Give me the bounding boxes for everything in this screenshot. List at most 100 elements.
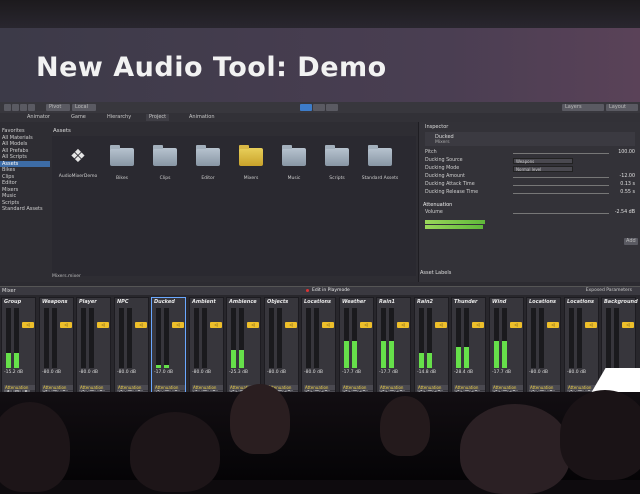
fader-handle[interactable]: ◁ <box>97 322 109 328</box>
tab-hierarchy[interactable]: Hierarchy <box>104 114 134 121</box>
pitch-value[interactable]: 100.00 <box>618 150 635 155</box>
fader-handle[interactable]: ◁ <box>472 322 484 328</box>
mixer-strip[interactable]: Weather◁-17.7 dBSMBAttenuationS. Send/Re… <box>339 297 374 398</box>
ducking-mode-row[interactable]: Ducking Mode Normal level <box>425 166 637 173</box>
asset-item[interactable]: Mixers <box>231 145 271 181</box>
mixer-strip[interactable]: Locations◁-80.0 dBSMBAttenuationAdd... <box>526 297 561 398</box>
ducking-attack-row[interactable]: Ducking Attack Time 0.13 s <box>425 182 637 189</box>
mixer-strip[interactable]: Thunder◁-28.4 dBSMBAttenuationS. Send/Re… <box>451 297 486 398</box>
ducking-release-slider[interactable] <box>513 193 609 194</box>
asset-item[interactable]: Standard Assets <box>360 145 400 181</box>
effect-slot[interactable]: Attenuation <box>42 385 73 390</box>
step-button[interactable] <box>326 104 338 111</box>
level-meter-fill <box>419 353 424 368</box>
ducking-amount-slider[interactable] <box>513 177 609 178</box>
effect-slot[interactable]: Attenuation <box>4 385 35 390</box>
fader-handle[interactable]: ◁ <box>172 322 184 328</box>
volume-slider[interactable] <box>513 213 609 214</box>
tab-project[interactable]: Project <box>146 114 170 121</box>
asset-item[interactable]: Editor <box>188 145 228 181</box>
mixer-strip[interactable]: Group ◁ -15.2 dB S M B Attenuation <box>1 297 36 398</box>
play-button[interactable] <box>300 104 312 111</box>
asset-item[interactable]: Clips <box>145 145 185 181</box>
fader-handle[interactable]: ◁ <box>22 322 34 328</box>
exposed-parameters-label[interactable]: Exposed Parameters <box>586 288 632 293</box>
asset-item[interactable]: ❖ AudioMixerDemo <box>58 146 98 179</box>
volume-value[interactable]: -2.54 dB <box>615 210 635 215</box>
tree-item[interactable]: Standard Assets <box>0 206 50 213</box>
fader-handle[interactable]: ◁ <box>285 322 297 328</box>
mixer-strip[interactable]: Weapons◁-80.0 dBSMBAttenuationDistortion… <box>39 297 74 400</box>
add-effect-button[interactable]: Add <box>624 238 638 245</box>
ducking-amount-row[interactable]: Ducking Amount -12.00 <box>425 174 637 181</box>
ducking-source-dropdown[interactable]: Weapons <box>513 158 573 164</box>
effect-slot[interactable]: Attenuation <box>529 385 560 390</box>
mixer-strip[interactable]: Rain2◁-14.8 dBSMBAttenuationS. Send/Retu… <box>414 297 449 398</box>
fader-handle[interactable]: ◁ <box>547 322 559 328</box>
mixer-strip[interactable]: Locations◁-80.0 dBSMBAttenuationAdd... <box>564 297 599 398</box>
tab-animator[interactable]: Animator <box>24 114 53 121</box>
fader-handle[interactable]: ◁ <box>585 322 597 328</box>
fader-handle[interactable]: ◁ <box>135 322 147 328</box>
layers-dropdown[interactable]: Layers <box>562 104 604 111</box>
ducking-amount-value[interactable]: -12.00 <box>620 174 635 179</box>
mixer-strip[interactable]: Ambience◁-25.3 dBSMBAttenuationS. Send/R… <box>226 297 261 398</box>
ducking-release-value[interactable]: 0.55 s <box>620 190 635 195</box>
fader-handle[interactable]: ◁ <box>60 322 72 328</box>
pitch-row[interactable]: Pitch 100.00 <box>425 150 637 157</box>
mixer-strip[interactable]: NPC◁-80.0 dBSMBAttenuationAdd... <box>114 297 149 398</box>
asset-item[interactable]: Bikes <box>102 145 142 181</box>
move-tool-button[interactable] <box>12 104 19 111</box>
scale-tool-button[interactable] <box>28 104 35 111</box>
tab-animation[interactable]: Animation <box>186 114 218 121</box>
fader-handle[interactable]: ◁ <box>397 322 409 328</box>
effect-slot[interactable]: Attenuation <box>379 385 410 390</box>
fader-handle[interactable]: ◁ <box>435 322 447 328</box>
fader-handle[interactable]: ◁ <box>247 322 259 328</box>
effect-slot[interactable]: Attenuation <box>79 385 110 390</box>
mixer-strip[interactable]: Player◁-80.0 dBSMBAttenuationAdd... <box>76 297 111 398</box>
effect-slot[interactable]: Attenuation <box>192 385 223 390</box>
folder-icon <box>110 145 134 166</box>
ducking-source-row[interactable]: Ducking Source Weapons <box>425 158 637 165</box>
effect-slot[interactable]: Attenuation <box>154 385 185 390</box>
mixer-strip[interactable]: Rain1◁-17.7 dBSMBAttenuationS. Send/Retu… <box>376 297 411 398</box>
rotate-tool-button[interactable] <box>20 104 27 111</box>
mixer-strip[interactable]: Objects◁-80.0 dBSMBAttenuationS. Send/Re… <box>264 297 299 398</box>
mixer-strip[interactable]: Locations◁-80.0 dBSMBAttenuationS. Send/… <box>301 297 336 398</box>
strip-name: Player <box>79 299 97 305</box>
fader-handle[interactable]: ◁ <box>510 322 522 328</box>
attenuation-header[interactable]: Attenuation <box>423 202 452 208</box>
fader-handle[interactable]: ◁ <box>622 322 634 328</box>
asset-item[interactable]: Scripts <box>317 145 357 181</box>
effect-slot[interactable]: Attenuation <box>492 385 523 390</box>
hand-tool-button[interactable] <box>4 104 11 111</box>
effect-slot[interactable]: Attenuation <box>117 385 148 390</box>
mixer-strip[interactable]: Wind◁-17.7 dBSMBAttenuationS. Send/Retur… <box>489 297 524 398</box>
pivot-button[interactable]: Pivot <box>46 104 70 111</box>
ducking-mode-dropdown[interactable]: Normal level <box>513 166 573 172</box>
effect-slot[interactable]: Attenuation <box>417 385 448 390</box>
ducking-attack-value[interactable]: 0.13 s <box>620 182 635 187</box>
fader-handle[interactable]: ◁ <box>360 322 372 328</box>
asset-item[interactable]: Music <box>274 145 314 181</box>
mixer-strip[interactable]: Ducked◁-17.0 dBSMBAttenuationAdd... <box>151 297 186 398</box>
effect-slot[interactable]: Attenuation <box>342 385 373 390</box>
fader-handle[interactable]: ◁ <box>322 322 334 328</box>
ducking-attack-slider[interactable] <box>513 185 609 186</box>
tab-game[interactable]: Game <box>68 114 89 121</box>
local-button[interactable]: Local <box>72 104 96 111</box>
pitch-slider[interactable] <box>513 153 609 154</box>
volume-row[interactable]: Volume -2.54 dB <box>425 210 637 217</box>
inspector-tab[interactable]: Inspector <box>425 124 448 130</box>
edit-in-playmode-button[interactable]: Edit in Playmode <box>312 288 350 293</box>
ducking-release-row[interactable]: Ducking Release Time 0.55 s <box>425 190 637 197</box>
effect-slot[interactable]: Attenuation <box>304 385 335 390</box>
layout-dropdown[interactable]: Layout <box>606 104 638 111</box>
effect-slot[interactable]: Attenuation <box>454 385 485 390</box>
pause-button[interactable] <box>313 104 325 111</box>
fader-handle[interactable]: ◁ <box>210 322 222 328</box>
mixer-strip[interactable]: Ambient◁-80.0 dBSMBAttenuationLowpassS. … <box>189 297 224 400</box>
mixer-tab[interactable]: Mixer <box>2 288 16 294</box>
solo-mute-bypass-buttons: SMB <box>42 377 72 394</box>
